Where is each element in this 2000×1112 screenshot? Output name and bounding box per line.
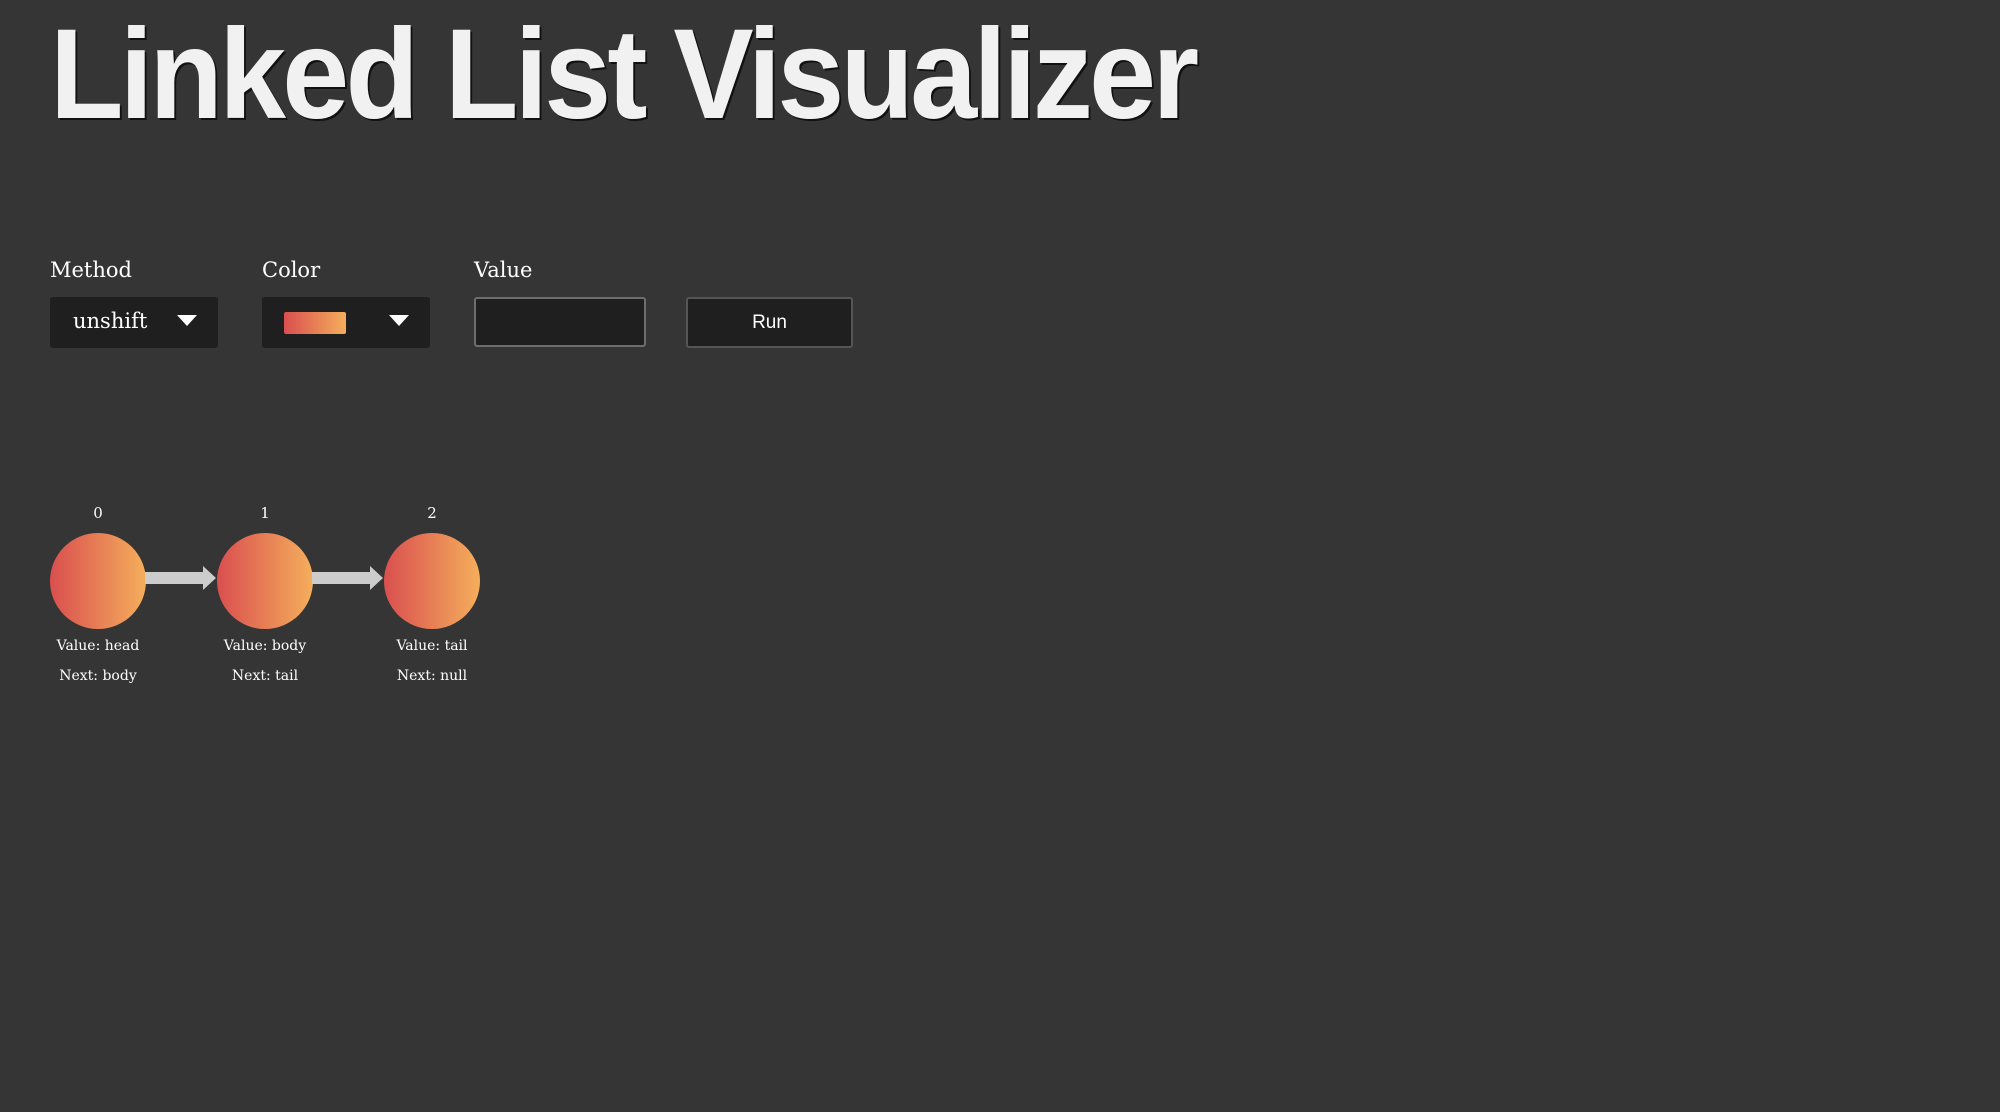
node-next-text: Next: null	[396, 668, 468, 684]
method-label: Method	[50, 258, 132, 282]
node-next-text: Next: tail	[231, 668, 299, 684]
node-next-text: Next: body	[59, 668, 137, 684]
color-swatch	[284, 312, 346, 334]
run-button[interactable]: Run	[686, 297, 853, 348]
chevron-down-icon	[177, 315, 197, 326]
list-node	[217, 533, 313, 629]
color-select[interactable]	[262, 297, 430, 348]
node-value-text: Value: tail	[396, 638, 468, 654]
method-select[interactable]: unshift	[50, 297, 218, 348]
color-label: Color	[262, 258, 321, 282]
node-value-text: Value: head	[56, 638, 140, 654]
node-index: 1	[260, 504, 270, 522]
chevron-down-icon	[389, 315, 409, 326]
node-index: 0	[93, 504, 103, 522]
value-label: Value	[474, 258, 533, 282]
list-node	[50, 533, 146, 629]
node-index: 2	[427, 504, 437, 522]
arrow-right-icon	[145, 566, 216, 590]
value-input[interactable]	[474, 297, 646, 347]
method-selected-value: unshift	[73, 309, 148, 333]
arrow-right-icon	[312, 566, 383, 590]
page-title: Linked List Visualizer	[50, 3, 1199, 146]
node-value-text: Value: body	[223, 638, 307, 654]
list-node	[384, 533, 480, 629]
